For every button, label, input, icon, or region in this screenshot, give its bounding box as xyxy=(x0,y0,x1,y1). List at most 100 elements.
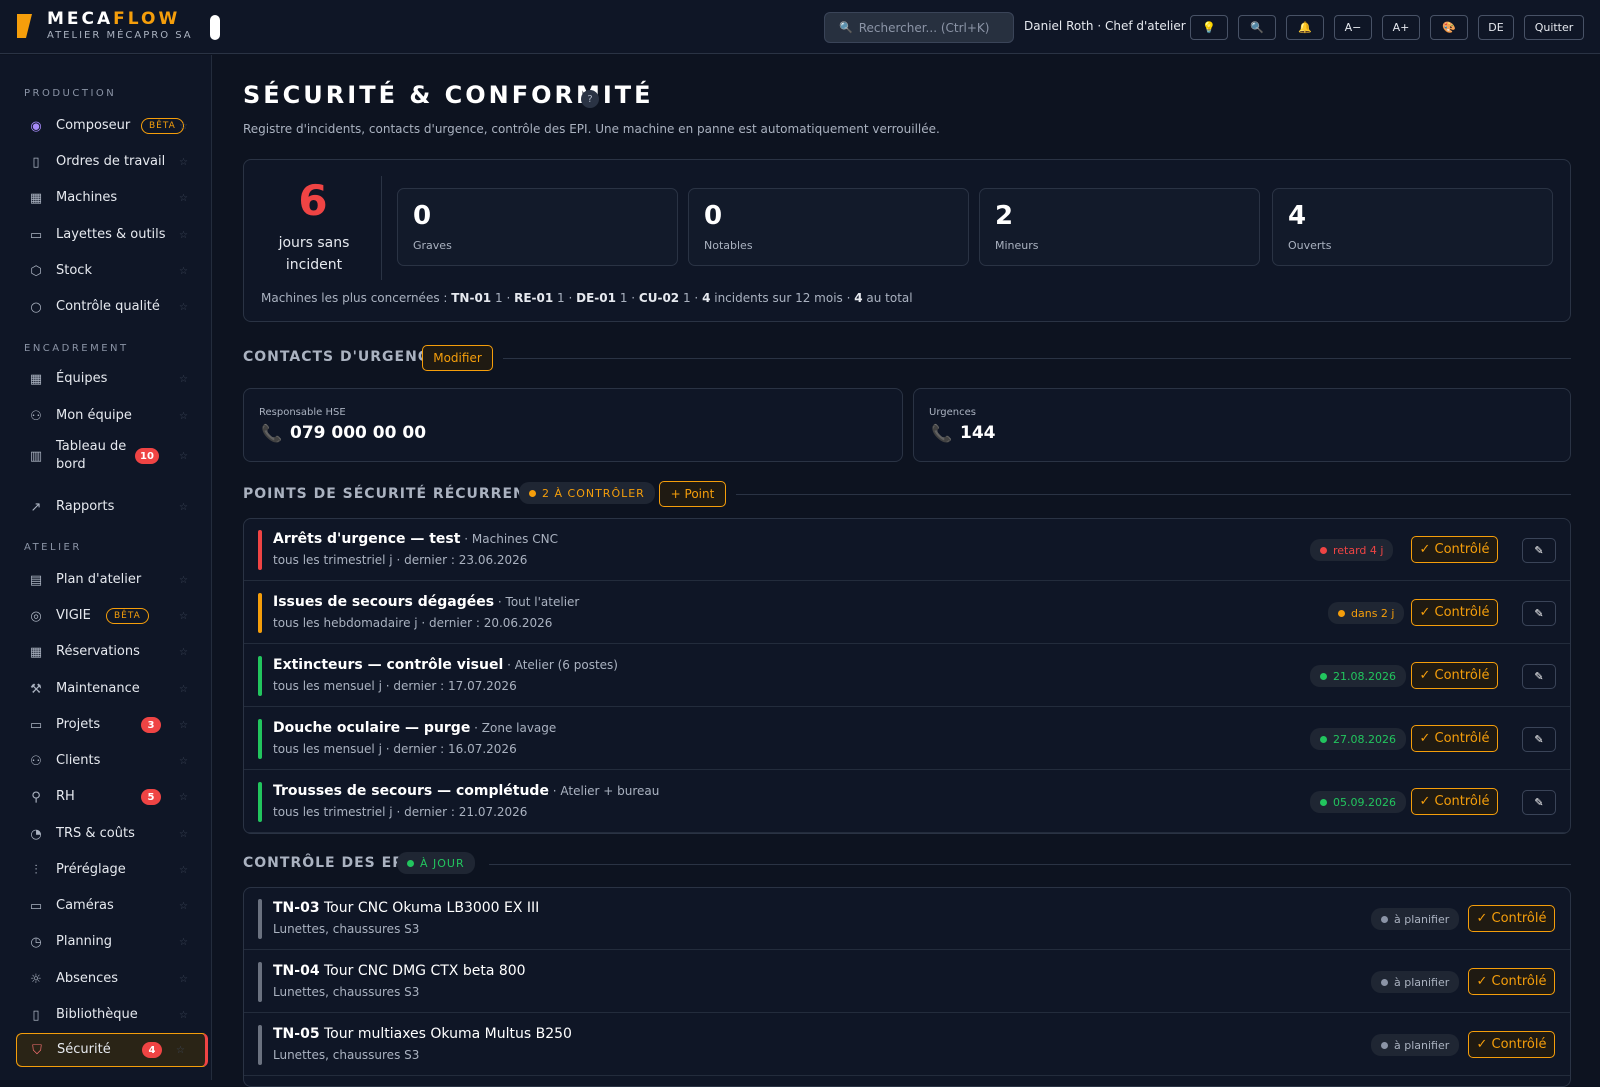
edit-icon[interactable]: ✎ xyxy=(1522,790,1556,815)
status-bar xyxy=(258,656,262,696)
epi-row[interactable]: TN-04 Tour CNC DMG CTX beta 800 Lunettes,… xyxy=(244,951,1570,1013)
edit-icon[interactable]: ✎ xyxy=(1522,538,1556,563)
sidebar-item-12[interactable]: ▦ Réservations ☆ xyxy=(16,635,208,669)
search-icon: ○ xyxy=(30,299,42,315)
brand[interactable]: MECAFLOW ATELIER MÉCAPRO SA xyxy=(47,9,193,41)
sidebar-item-8[interactable]: ▥ Tableau de bord 10 ☆ xyxy=(16,435,208,477)
map-icon: ▤ xyxy=(29,572,43,588)
font-increase-button[interactable]: A+ xyxy=(1382,15,1420,40)
gauge-icon: ◔ xyxy=(30,826,42,842)
sidebar-item-5[interactable]: ○ Contrôle qualité ☆ xyxy=(16,290,208,324)
grid-icon: ▦ xyxy=(29,190,43,206)
star-icon[interactable]: ☆ xyxy=(179,865,188,876)
sidebar-item-18[interactable]: ⫶ Préréglage ☆ xyxy=(16,853,208,887)
quit-button[interactable]: Quitter xyxy=(1524,15,1584,40)
star-icon[interactable]: ☆ xyxy=(179,266,188,277)
sidebar-item-13[interactable]: ⚒ Maintenance ☆ xyxy=(16,672,208,706)
star-icon[interactable]: ☆ xyxy=(179,411,188,422)
star-icon[interactable]: ☆ xyxy=(179,720,188,731)
edit-icon[interactable]: ✎ xyxy=(1522,727,1556,752)
mark-controlled-button[interactable]: ✓ Contrôlé xyxy=(1468,905,1555,932)
add-point-button[interactable]: + Point xyxy=(659,481,726,507)
star-icon[interactable]: ☆ xyxy=(179,647,188,658)
star-icon[interactable]: ☆ xyxy=(179,302,188,313)
sidebar-item-10[interactable]: ▤ Plan d'atelier ☆ xyxy=(16,563,208,597)
divider xyxy=(736,494,1571,495)
search-button[interactable]: 🔍 xyxy=(1238,15,1276,40)
help-icon[interactable]: ? xyxy=(581,90,599,108)
recurring-row[interactable]: Arrêts d'urgence — test · Machines CNC to… xyxy=(244,519,1570,581)
sidebar-item-9[interactable]: ↗ Rapports ☆ xyxy=(16,490,208,524)
sidebar-item-22[interactable]: ▯ Bibliothèque ☆ xyxy=(16,998,208,1032)
star-icon[interactable]: ☆ xyxy=(179,451,188,462)
star-icon[interactable]: ☆ xyxy=(179,157,188,168)
mark-controlled-button[interactable]: ✓ Contrôlé xyxy=(1411,725,1498,752)
sidebar-item-label: Réservations xyxy=(56,644,140,659)
notifications-button[interactable]: 🔔 xyxy=(1286,15,1324,40)
sidebar-item-7[interactable]: ⚇ Mon équipe ☆ xyxy=(16,399,208,433)
edit-icon[interactable]: ✎ xyxy=(1522,601,1556,626)
epi-row[interactable]: TN-03 Tour CNC Okuma LB3000 EX III Lunett… xyxy=(244,888,1570,950)
sidebar-item-17[interactable]: ◔ TRS & coûts ☆ xyxy=(16,817,208,851)
status-bar xyxy=(258,719,262,759)
sidebar-item-2[interactable]: ▦ Machines ☆ xyxy=(16,181,208,215)
star-icon[interactable]: ☆ xyxy=(179,684,188,695)
star-icon[interactable]: ☆ xyxy=(179,611,188,622)
star-icon[interactable]: ☆ xyxy=(179,193,188,204)
sidebar-item-label: Sécurité xyxy=(57,1042,111,1057)
edit-icon[interactable]: ✎ xyxy=(1522,664,1556,689)
epi-row[interactable]: TN-05 Tour multiaxes Okuma Multus B250 Lu… xyxy=(244,1014,1570,1076)
star-icon[interactable]: ☆ xyxy=(179,374,188,385)
mark-controlled-button[interactable]: ✓ Contrôlé xyxy=(1411,788,1498,815)
recurring-row[interactable]: Douche oculaire — purge · Zone lavage tou… xyxy=(244,708,1570,770)
sidebar-item-19[interactable]: ▭ Caméras ☆ xyxy=(16,889,208,923)
sidebar-item-4[interactable]: ⬡ Stock ☆ xyxy=(16,254,208,288)
sidebar-toggle[interactable] xyxy=(210,15,220,40)
divider xyxy=(381,176,382,280)
star-icon[interactable]: ☆ xyxy=(179,575,188,586)
sidebar-item-14[interactable]: ▭ Projets 3 ☆ xyxy=(16,708,208,742)
star-icon[interactable]: ☆ xyxy=(179,829,188,840)
sidebar-item-label: Rapports xyxy=(56,499,115,514)
sidebar-item-label: Préréglage xyxy=(56,862,126,877)
star-icon[interactable]: ☆ xyxy=(179,502,188,513)
recurring-row[interactable]: Issues de secours dégagées · Tout l'atel… xyxy=(244,582,1570,644)
search-input[interactable]: 🔍 Rechercher... (Ctrl+K) xyxy=(824,12,1014,43)
star-icon[interactable]: ☆ xyxy=(179,901,188,912)
sidebar-item-11[interactable]: ◎ VIGIE BÊTA ☆ xyxy=(16,599,208,633)
language-button[interactable]: DE xyxy=(1478,15,1514,40)
star-icon[interactable]: ☆ xyxy=(179,230,188,241)
sidebar-item-6[interactable]: ▦ Équipes ☆ xyxy=(16,362,208,396)
mark-controlled-button[interactable]: ✓ Contrôlé xyxy=(1411,662,1498,689)
sidebar-item-15[interactable]: ⚇ Clients ☆ xyxy=(16,744,208,778)
sidebar-item-20[interactable]: ◷ Planning ☆ xyxy=(16,925,208,959)
sidebar-item-21[interactable]: ☼ Absences ☆ xyxy=(16,962,208,996)
mark-controlled-button[interactable]: ✓ Contrôlé xyxy=(1411,599,1498,626)
status-bar xyxy=(258,899,262,939)
star-icon[interactable]: ☆ xyxy=(179,756,188,767)
sidebar-item-1[interactable]: ▯ Ordres de travail ☆ xyxy=(16,145,208,179)
mark-controlled-button[interactable]: ✓ Contrôlé xyxy=(1411,536,1498,563)
idea-button[interactable]: 💡 xyxy=(1190,15,1228,40)
star-icon[interactable]: ☆ xyxy=(179,121,188,132)
theme-button[interactable]: 🎨 xyxy=(1430,15,1468,40)
recurring-row[interactable]: Extincteurs — contrôle visuel · Atelier … xyxy=(244,645,1570,707)
recurring-row[interactable]: Trousses de secours — complétude · Ateli… xyxy=(244,771,1570,833)
star-icon[interactable]: ☆ xyxy=(179,974,188,985)
sidebar-item-3[interactable]: ▭ Layettes & outils ☆ xyxy=(16,218,208,252)
sidebar-item-23[interactable]: ⛉ Sécurité 4 ☆ xyxy=(16,1033,208,1067)
sidebar-item-16[interactable]: ⚲ RH 5 ☆ xyxy=(16,780,208,814)
contact-urgences-phone[interactable]: 144 xyxy=(960,423,996,443)
font-decrease-button[interactable]: A− xyxy=(1334,15,1372,40)
star-icon[interactable]: ☆ xyxy=(179,792,188,803)
star-icon[interactable]: ☆ xyxy=(179,937,188,948)
user-info[interactable]: Daniel Roth · Chef d'atelier xyxy=(1024,19,1186,33)
phone-icon: 📞 xyxy=(261,424,283,444)
star-icon[interactable]: ☆ xyxy=(176,1045,185,1056)
edit-contacts-button[interactable]: Modifier xyxy=(422,345,493,371)
contact-hse-phone[interactable]: 079 000 00 00 xyxy=(290,423,426,443)
star-icon[interactable]: ☆ xyxy=(179,1010,188,1021)
mark-controlled-button[interactable]: ✓ Contrôlé xyxy=(1468,968,1555,995)
sidebar-item-0[interactable]: ◉ Composeur BÊTA ☆ xyxy=(16,109,208,143)
mark-controlled-button[interactable]: ✓ Contrôlé xyxy=(1468,1031,1555,1058)
